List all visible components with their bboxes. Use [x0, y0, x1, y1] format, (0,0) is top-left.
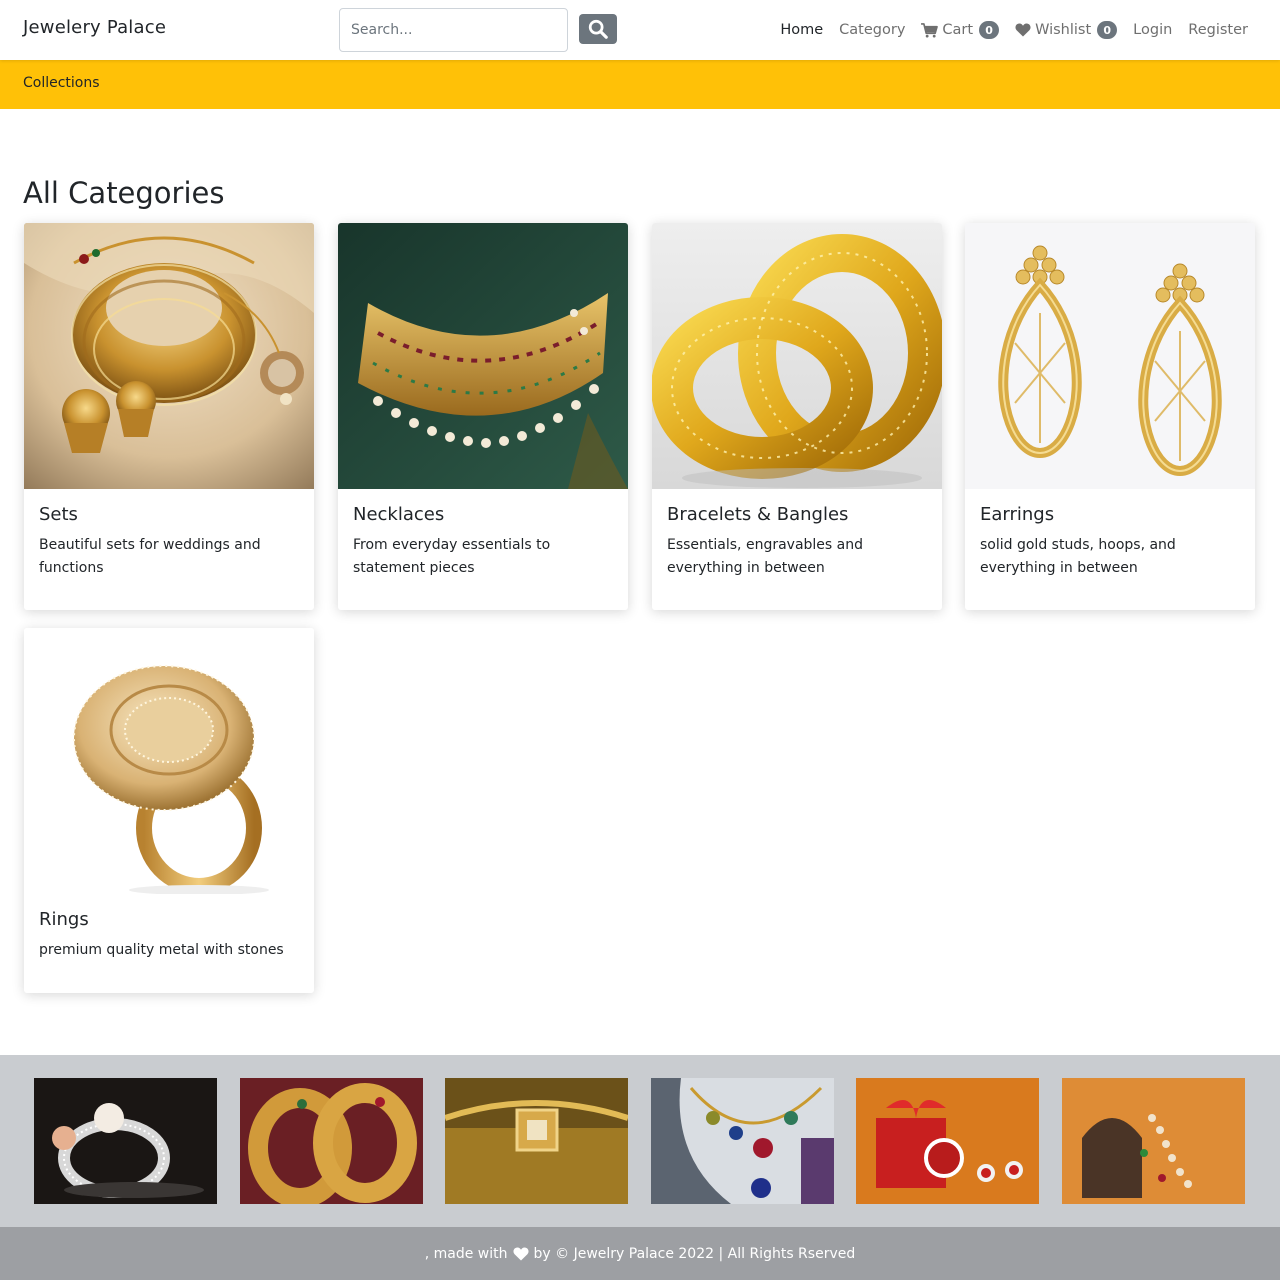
card-title: Sets [39, 504, 78, 525]
heart-icon [1015, 23, 1031, 37]
search-icon [588, 19, 608, 39]
gallery-image-3[interactable] [445, 1078, 628, 1204]
page-title: All Categories [23, 176, 225, 210]
category-card-necklaces[interactable]: Necklaces From everyday essentials to st… [338, 223, 628, 610]
gallery-image-5[interactable] [856, 1078, 1039, 1204]
brand-logo[interactable]: Jewelery Palace [23, 17, 166, 38]
bracelets-image [652, 223, 942, 489]
necklaces-image [338, 223, 628, 489]
card-title: Earrings [980, 504, 1055, 525]
cart-count-badge: 0 [979, 21, 1000, 39]
sets-image [24, 223, 314, 489]
category-card-sets[interactable]: Sets Beautiful sets for weddings and fun… [24, 223, 314, 610]
nav-login-link[interactable]: Login [1133, 22, 1172, 38]
card-description: Beautiful sets for weddings and function… [39, 537, 261, 576]
footer-prefix-text: , made with [424, 1245, 508, 1262]
category-card-earrings[interactable]: Earrings solid gold studs, hoops, and ev… [965, 223, 1255, 610]
gallery-image-1[interactable] [34, 1078, 217, 1204]
card-title: Necklaces [353, 504, 445, 525]
shopping-cart-icon [921, 22, 939, 38]
gallery-image-6[interactable] [1062, 1078, 1245, 1204]
rings-image [24, 628, 314, 894]
gallery-strip [0, 1055, 1280, 1227]
wishlist-count-badge: 0 [1097, 21, 1118, 39]
card-description: Essentials, engravables and everything i… [667, 537, 864, 576]
search-button[interactable] [579, 14, 617, 44]
earrings-image [965, 223, 1255, 489]
category-card-rings[interactable]: Rings premium quality metal with stones [24, 628, 314, 993]
wishlist-label: Wishlist [1035, 22, 1092, 38]
main-nav: Home Category Cart 0 Wishlist 0 Login Re… [780, 0, 1248, 60]
heart-icon [512, 1247, 529, 1260]
category-card-bracelets[interactable]: Bracelets & Bangles Essentials, engravab… [652, 223, 942, 610]
gallery-image-2[interactable] [240, 1078, 423, 1204]
top-navbar: Jewelery Palace Home Category Cart 0 Wis… [0, 0, 1280, 60]
card-description: premium quality metal with stones [39, 942, 284, 958]
card-title: Bracelets & Bangles [667, 504, 849, 525]
footer-copyright-text: by © Jewelry Palace 2022 | All Rights Rs… [533, 1245, 856, 1262]
collections-link[interactable]: Collections [23, 75, 100, 91]
nav-register-link[interactable]: Register [1188, 22, 1248, 38]
card-title: Rings [39, 909, 89, 930]
card-description: From everyday essentials to statement pi… [353, 537, 551, 576]
collections-bar: Collections [0, 60, 1280, 109]
nav-category-link[interactable]: Category [839, 22, 905, 38]
cart-label: Cart [942, 22, 974, 38]
search-input[interactable] [339, 8, 568, 52]
gallery-image-4[interactable] [651, 1078, 834, 1204]
card-description: solid gold studs, hoops, and everything … [980, 537, 1176, 576]
nav-wishlist-link[interactable]: Wishlist 0 [1015, 21, 1118, 39]
nav-cart-link[interactable]: Cart 0 [921, 21, 1000, 39]
footer: , made with by © Jewelry Palace 2022 | A… [0, 1227, 1280, 1280]
nav-home-link[interactable]: Home [780, 22, 823, 38]
